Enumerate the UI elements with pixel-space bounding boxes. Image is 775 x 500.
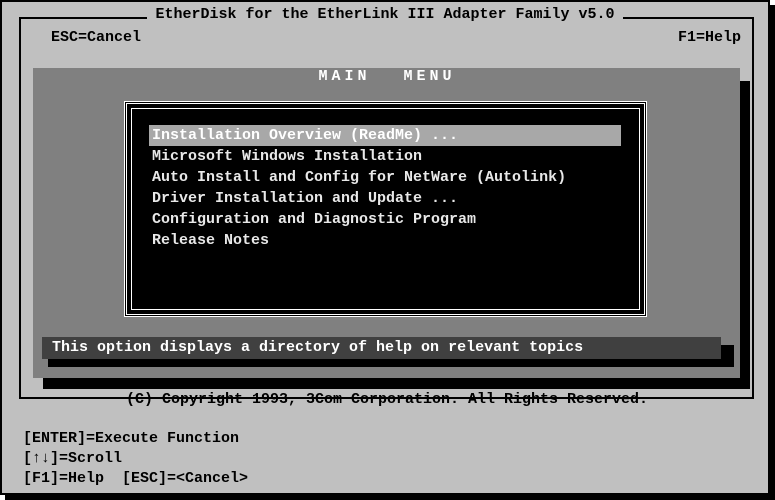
menu-item-release-notes[interactable]: Release Notes	[149, 230, 621, 251]
window-title-bar: EtherDisk for the EtherLink III Adapter …	[2, 6, 768, 23]
menu-item-driver-installation[interactable]: Driver Installation and Update ...	[149, 188, 621, 209]
copyright-notice: (C) Copyright 1993, 3Com Corporation. Al…	[125, 391, 649, 408]
menu-item-auto-install-netware[interactable]: Auto Install and Config for NetWare (Aut…	[149, 167, 621, 188]
help-cancel-key-hint: [F1]=Help [ESC]=<Cancel>	[23, 470, 249, 487]
f1-help-hint[interactable]: F1=Help	[678, 29, 741, 46]
menu-heading: MAIN MENU	[318, 68, 456, 85]
enter-key-hint: [ENTER]=Execute Function	[23, 430, 240, 447]
status-description: This option displays a directory of help…	[42, 337, 721, 359]
esc-cancel-hint[interactable]: ESC=Cancel	[51, 29, 141, 46]
window-title: EtherDisk for the EtherLink III Adapter …	[147, 6, 623, 23]
dos-screen: EtherDisk for the EtherLink III Adapter …	[0, 0, 770, 495]
scroll-key-hint: [↑↓]=Scroll	[23, 450, 123, 467]
main-menu-list: Installation Overview (ReadMe) ... Micro…	[149, 125, 621, 251]
menu-item-configuration-diagnostic[interactable]: Configuration and Diagnostic Program	[149, 209, 621, 230]
menu-item-installation-overview[interactable]: Installation Overview (ReadMe) ...	[149, 125, 621, 146]
key-help-panel: [ENTER]=Execute Function [↑↓]=Scroll [F1]=…	[23, 429, 248, 489]
menu-item-windows-installation[interactable]: Microsoft Windows Installation	[149, 146, 621, 167]
